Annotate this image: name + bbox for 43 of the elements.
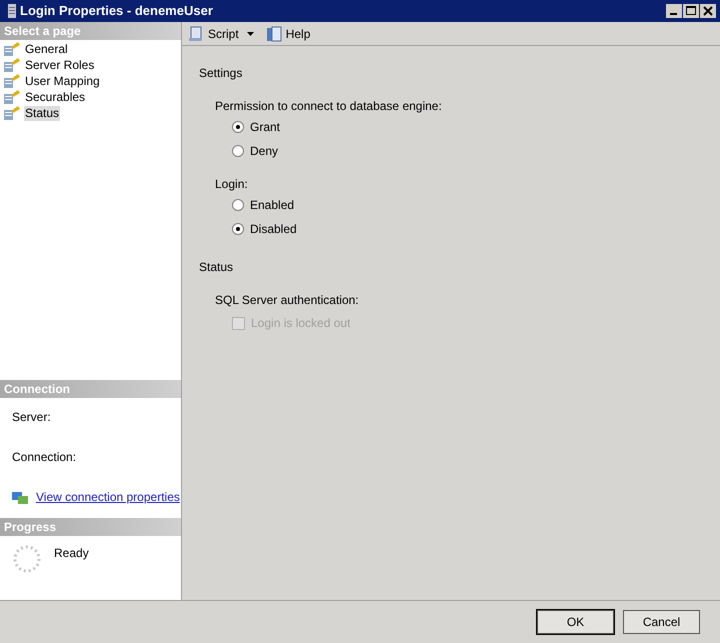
radio-label: Deny: [250, 143, 278, 160]
page-icon: [4, 42, 20, 56]
page-item[interactable]: Server Roles: [24, 58, 96, 72]
section-heading: Settings: [199, 65, 244, 82]
section-header: Select a page: [0, 22, 181, 40]
page-item[interactable]: User Mapping: [24, 74, 101, 88]
radio-button[interactable]: [232, 121, 244, 133]
book-icon: [266, 26, 282, 42]
window-title: Login Properties - denemeUser: [20, 2, 214, 20]
page-icon: [4, 106, 20, 120]
group-label: Login:: [215, 176, 249, 193]
window-icon: [8, 4, 16, 18]
close-icon[interactable]: [700, 4, 716, 18]
group-label: SQL Server authentication:: [215, 292, 360, 309]
page-icon: [4, 90, 20, 104]
page-item[interactable]: General: [24, 42, 69, 56]
help-button[interactable]: Help: [264, 24, 312, 44]
script-button[interactable]: Script: [186, 24, 256, 44]
radio-label: Disabled: [250, 221, 297, 238]
section-heading: Status: [199, 259, 234, 276]
page-item[interactable]: Status: [24, 106, 60, 120]
minimize-icon[interactable]: [666, 4, 682, 18]
connection-label: Connection:: [12, 449, 78, 466]
radio-button[interactable]: [232, 199, 244, 211]
cancel-button[interactable]: Cancel: [623, 610, 700, 634]
connection-properties-icon: [12, 490, 28, 504]
caret-icon: [246, 32, 254, 36]
maximize-icon[interactable]: [683, 4, 699, 18]
group-label: Permission to connect to database engine:: [215, 98, 443, 115]
progress-status: Ready: [54, 545, 89, 562]
page-item[interactable]: Securables: [24, 90, 86, 104]
server-label: Server:: [12, 409, 52, 426]
page-icon: [4, 58, 20, 72]
radio-label: Grant: [250, 119, 280, 136]
page-icon: [4, 74, 20, 88]
view-connection-properties-link[interactable]: View connection properties: [36, 488, 180, 506]
section-header: Progress: [0, 518, 181, 536]
radio-button[interactable]: [232, 145, 244, 157]
radio-label: Enabled: [250, 197, 294, 214]
ok-button[interactable]: OK: [537, 610, 614, 634]
section-header: Connection: [0, 380, 181, 398]
progress-spinner-icon: [12, 544, 42, 574]
radio-button[interactable]: [232, 223, 244, 235]
